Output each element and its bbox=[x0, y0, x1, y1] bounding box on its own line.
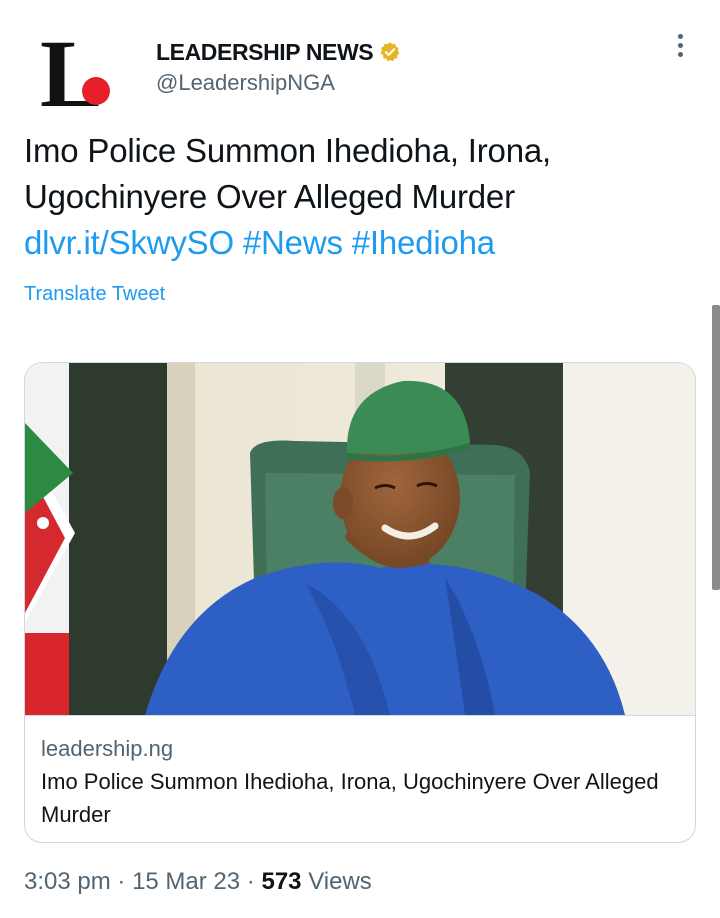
views-label[interactable]: Views bbox=[308, 868, 372, 895]
card-domain: leadership.ng bbox=[41, 736, 174, 761]
verified-badge-icon[interactable] bbox=[379, 41, 401, 63]
hashtag-ihedioha[interactable]: #Ihedioha bbox=[352, 224, 495, 261]
card-meta[interactable]: leadership.ng Imo Police Summon Ihedioha… bbox=[25, 715, 695, 842]
logo-red-dot bbox=[82, 77, 110, 105]
tweet-text: Imo Police Summon Ihedioha, Irona, Ugoch… bbox=[24, 128, 684, 266]
tweet-link-line: dlvr.it/SkwySO #News #Ihedioha bbox=[24, 220, 684, 266]
author-handle[interactable]: @LeadershipNGA bbox=[156, 70, 401, 96]
tweet-text-line-2: Ugochinyere Over Alleged Murder bbox=[24, 178, 515, 215]
account-avatar-logo[interactable]: L bbox=[38, 20, 122, 127]
author-name-row: LEADERSHIP NEWS bbox=[156, 38, 401, 66]
translate-tweet-link[interactable]: Translate Tweet bbox=[24, 283, 165, 306]
scrollbar-thumb[interactable] bbox=[712, 305, 720, 590]
tweet-text-line-1: Imo Police Summon Ihedioha, Irona, bbox=[24, 132, 551, 169]
more-options-icon[interactable] bbox=[670, 34, 690, 64]
tweet-time[interactable]: 3:03 pm bbox=[24, 868, 111, 895]
display-name[interactable]: LEADERSHIP NEWS bbox=[156, 39, 374, 66]
meta-separator-2: · bbox=[246, 868, 255, 895]
tweet-date[interactable]: 15 Mar 23 bbox=[132, 868, 240, 895]
author-block[interactable]: LEADERSHIP NEWS @LeadershipNGA bbox=[156, 38, 401, 96]
link-preview-card[interactable]: leadership.ng Imo Police Summon Ihedioha… bbox=[24, 362, 696, 843]
meta-separator-1: · bbox=[117, 868, 126, 895]
views-count[interactable]: 573 bbox=[261, 868, 301, 895]
tweet-meta: 3:03 pm · 15 Mar 23 · 573 Views bbox=[24, 868, 372, 896]
card-title: Imo Police Summon Ihedioha, Irona, Ugoch… bbox=[41, 769, 659, 827]
short-link[interactable]: dlvr.it/SkwySO bbox=[24, 224, 234, 261]
hashtag-news[interactable]: #News bbox=[243, 224, 343, 261]
card-preview-image[interactable] bbox=[25, 363, 696, 715]
